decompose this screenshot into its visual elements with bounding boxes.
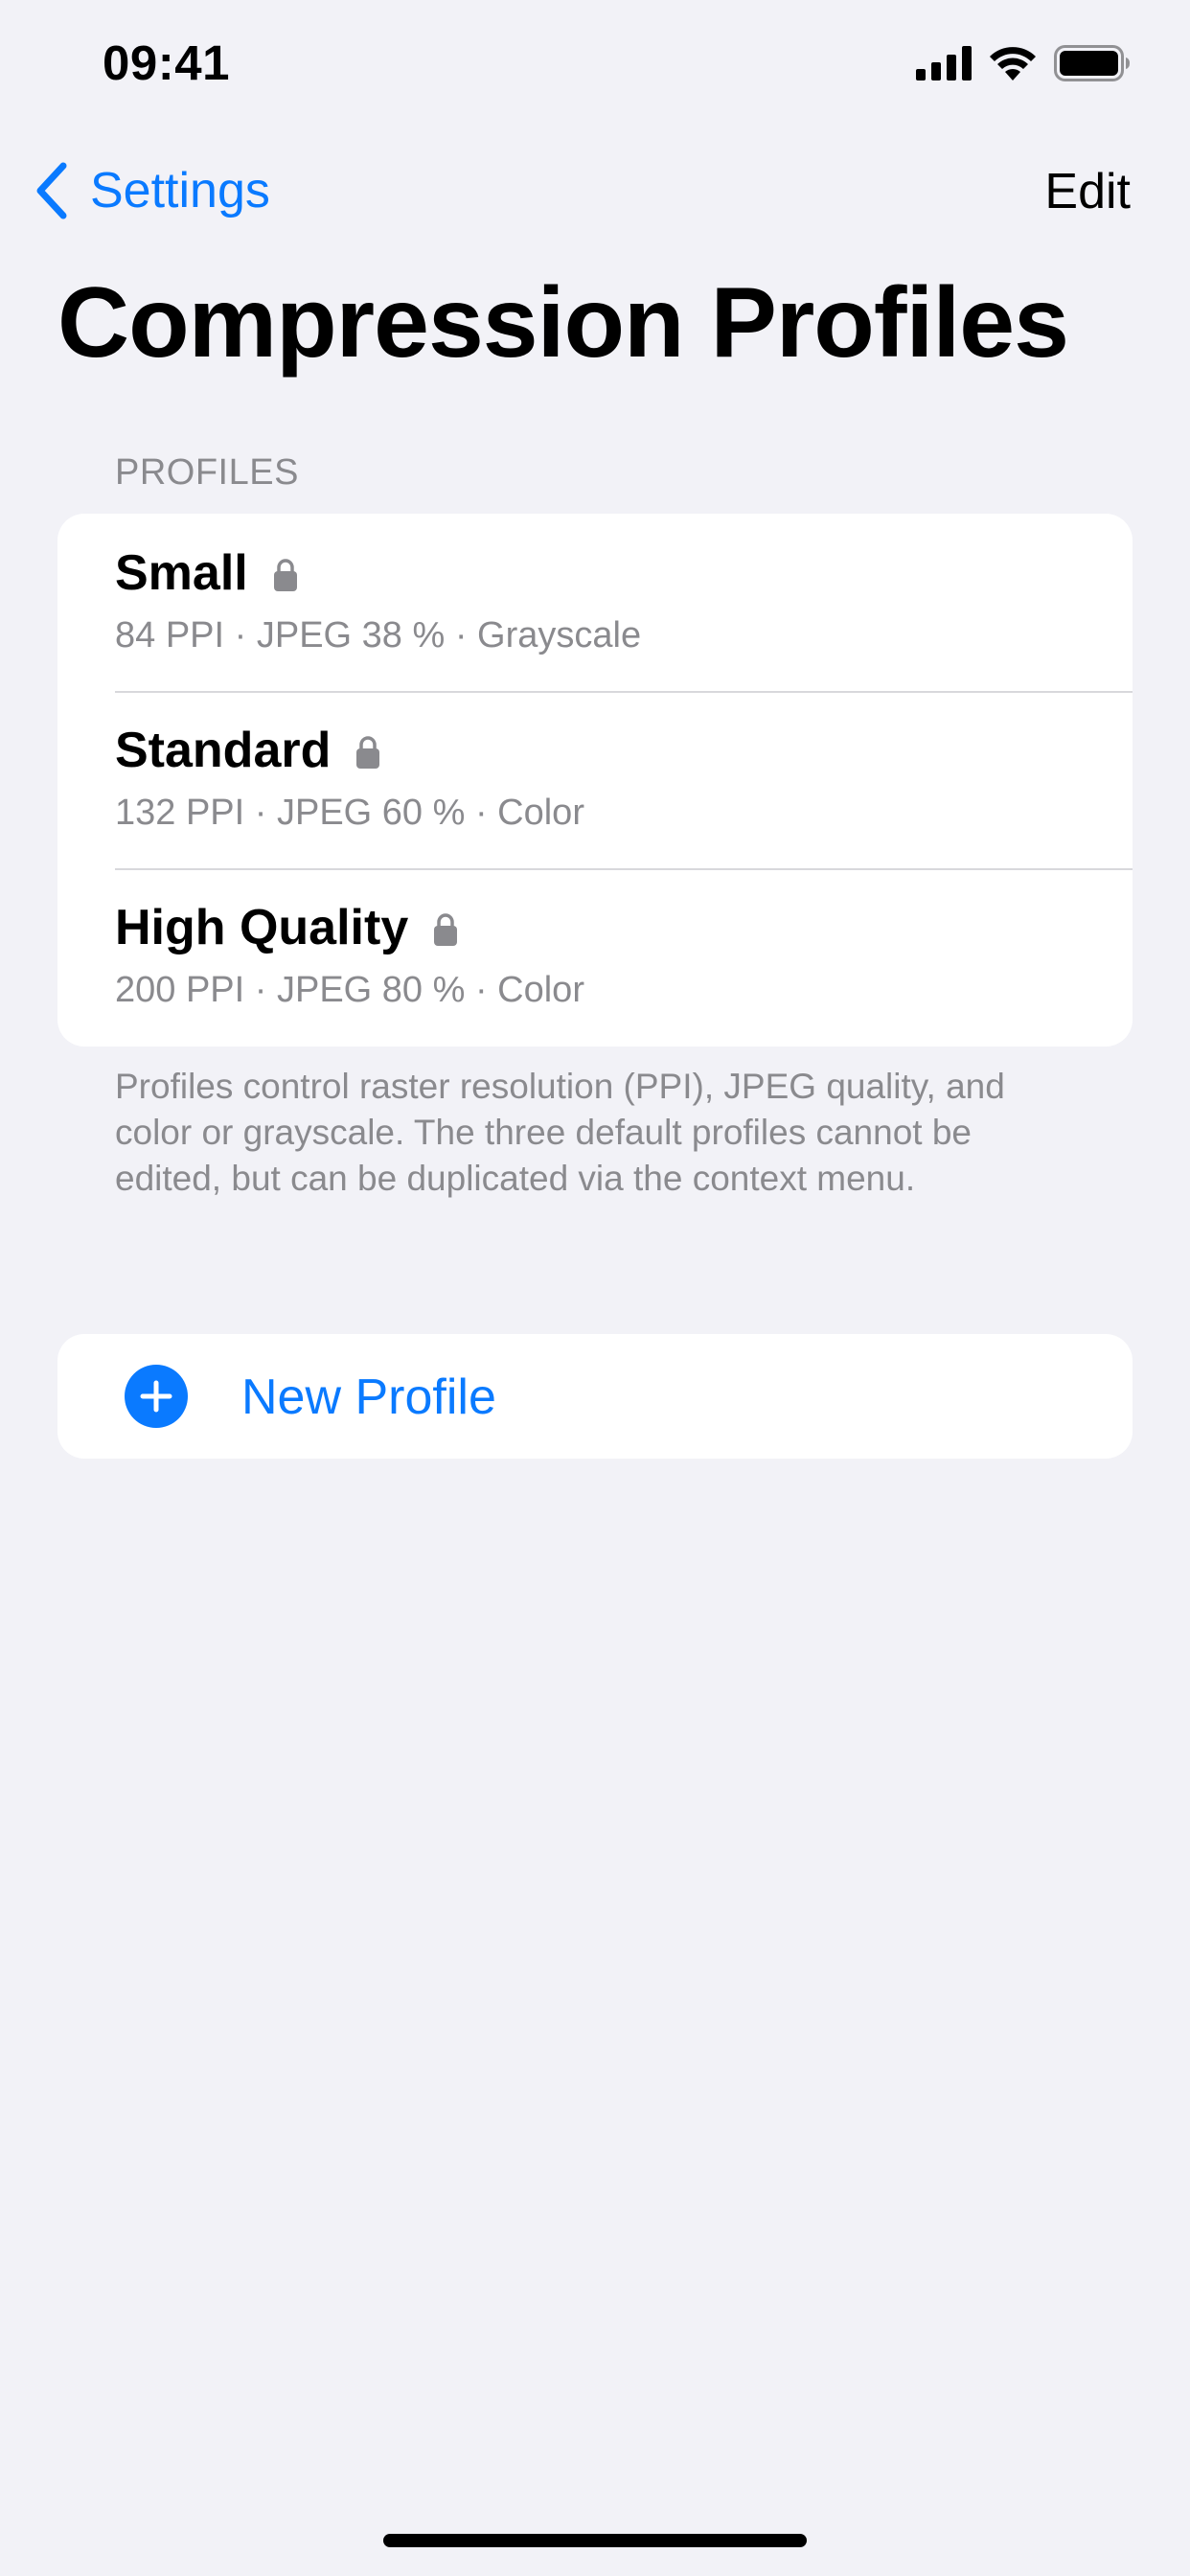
profile-row-standard[interactable]: Standard 132 PPI · JPEG 60 % · Color	[57, 691, 1133, 868]
home-indicator[interactable]	[383, 2534, 807, 2547]
navigation-bar: Settings Edit	[0, 144, 1190, 240]
profile-detail: 200 PPI · JPEG 80 % · Color	[115, 970, 584, 1010]
lock-icon	[273, 559, 297, 591]
profile-name: Standard	[115, 723, 332, 778]
profile-row-small[interactable]: Small 84 PPI · JPEG 38 % · Grayscale	[57, 514, 1133, 691]
lock-icon	[434, 913, 458, 946]
back-button[interactable]: Settings	[34, 157, 270, 224]
edit-button[interactable]: Edit	[1044, 163, 1131, 220]
section-footer-note: Profiles control raster resolution (PPI)…	[115, 1067, 1005, 1198]
profile-name: High Quality	[115, 900, 409, 955]
profile-title-line: High Quality	[115, 899, 458, 956]
profile-detail: 132 PPI · JPEG 60 % · Color	[115, 793, 584, 833]
cellular-signal-icon	[916, 46, 972, 80]
lock-icon	[356, 736, 380, 769]
battery-icon	[1054, 45, 1130, 81]
profile-title-line: Standard	[115, 722, 380, 779]
page-title: Compression Profiles	[57, 267, 1069, 379]
new-profile-button[interactable]: New Profile	[57, 1334, 1133, 1459]
status-icons	[916, 44, 1131, 82]
profiles-list: Small 84 PPI · JPEG 38 % · Grayscale Sta…	[57, 514, 1133, 1046]
status-time: 09:41	[103, 35, 230, 90]
chevron-left-icon	[36, 162, 67, 219]
status-bar: 09:41	[0, 0, 1190, 134]
profile-title-line: Small	[115, 544, 298, 602]
profile-row-high-quality[interactable]: High Quality 200 PPI · JPEG 80 % · Color	[57, 868, 1133, 1046]
section-header-profiles: PROFILES	[115, 452, 299, 493]
profile-detail: 84 PPI · JPEG 38 % · Grayscale	[115, 615, 642, 656]
profile-name: Small	[115, 545, 248, 601]
wifi-icon	[990, 47, 1036, 80]
back-button-label: Settings	[90, 163, 270, 218]
new-profile-label: New Profile	[241, 1369, 496, 1425]
plus-circle-icon	[125, 1365, 188, 1428]
